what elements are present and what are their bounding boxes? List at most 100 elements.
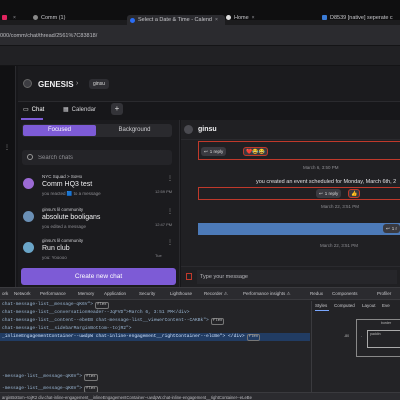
tab-calendar[interactable]: ▦ Calendar [63,106,96,114]
devtools-tab[interactable]: Recorder ⚠ [204,291,228,297]
close-icon[interactable]: × [252,15,255,21]
reply-count: 1 reply [209,149,224,154]
dom-node-line[interactable]: chat-message-list__conversationHeader--J… [0,309,310,317]
browser-tab-1[interactable]: Comm (1) [33,13,123,22]
reply-icon: ↩ [319,190,323,196]
dom-node-text: _inlineEngagementContainer--uwdpW chat-i… [2,334,245,339]
focused-segment[interactable]: Focused [23,125,96,136]
more-vertical-icon[interactable]: ⋮ [167,239,173,246]
browser-tab-2[interactable]: Select a Date & Time - Calend × [127,15,225,25]
user-chip[interactable]: ginsu [89,79,109,89]
message-bubble[interactable]: ↩ 1 reply ❤️😂😂 [198,141,400,160]
more-vertical-icon[interactable]: ⋮ [4,144,10,151]
devtools-tab[interactable]: Performance [40,291,66,296]
box-model-label: -80 [344,334,350,338]
flex-badge[interactable]: flex [83,374,98,381]
conversation-title[interactable]: ginsu [198,126,217,133]
devtools-tab[interactable]: Memory [78,291,94,296]
dom-node-line[interactable]: chat-message-list__sidebarMarginBottom--… [0,325,310,333]
dom-node-text: chat-message-list__conversationHeader--J… [2,310,190,315]
browser-tab-strip: × Comm (1) Select a Date & Time - Calend… [0,0,400,25]
chat-community: ginsu's lil community [42,207,84,212]
devtools-tab[interactable]: Components [332,291,358,296]
message-bubble[interactable]: ↩ 1 r [198,223,400,235]
thread-reply-button[interactable]: ↩ 1 reply [201,147,227,156]
add-tab-button[interactable]: + [111,103,123,115]
search-input[interactable] [38,152,168,163]
reactions[interactable]: 👍 [348,189,361,198]
tab-chat[interactable]: ▭ Chat [23,106,45,114]
dom-node-line-selected[interactable]: _inlineEngagementContainer--uwdpW chat-i… [0,333,310,341]
reply-count: 1 reply [324,191,339,196]
conversation-header: ginsu [181,120,400,140]
avatar [23,211,34,222]
chat-bubble-icon: ▭ [23,107,29,113]
message-bubble[interactable]: ↩ 1 reply 👍 [198,187,400,200]
chat-title: Run club [42,245,70,252]
flex-badge[interactable]: flex [246,334,261,341]
chat-list-pane: Focused Background NYC Squad > SoHo Comm… [18,120,180,287]
thread-reply-button[interactable]: ↩ 1 r [383,224,400,233]
community-name[interactable]: GENESIS [38,80,74,89]
search-icon [27,154,33,160]
sidebar-tab-layout[interactable]: Layout [362,303,376,308]
devtools-tab[interactable]: ork [2,291,8,296]
chevron-right-icon[interactable]: › [76,80,78,87]
reactions[interactable]: ❤️😂😂 [243,147,268,156]
message-composer [181,266,400,287]
attachment-icon[interactable] [186,273,192,280]
chat-app: ⋮ GENESIS › ginsu ▭ Chat ▦ Calendar + Fo… [0,66,400,287]
devtools-tab[interactable]: Lighthouse [170,291,192,296]
sidebar-tab-computed[interactable]: Computed [334,303,355,308]
browser-tab-3[interactable]: Home × [226,13,310,22]
chat-community: ginsu's lil community [42,238,84,243]
dom-node-line[interactable]: chat-message-list__message-qK6V"> flex [0,301,310,309]
dom-node-text: chat-message-list__sidebarMarginBottom--… [2,326,132,331]
community-rail: ⋮ [0,66,16,287]
browser-tab-title: Comm (1) [41,14,66,21]
chat-preview: you reacted 🟦 to a message [42,191,101,196]
sidebar-tab-styles[interactable]: Styles [315,303,327,308]
dom-node-text: chat-message-list__message-qK6V"> [2,302,93,307]
close-icon[interactable]: × [13,15,16,21]
devtools-tab[interactable]: Application [104,291,126,296]
chat-title: absolute booligans [42,214,101,221]
message-timestamp: March 22, 3:51 PM [320,243,359,248]
devtools-tab[interactable]: Security [139,291,155,296]
devtools-panel: ork Network Performance Memory Applicati… [0,287,400,400]
dom-node-line[interactable]: -message-list__message-qK6V"> flex [0,373,310,381]
sidebar-tab-event-listeners[interactable]: Eve [382,303,390,308]
chat-list-item[interactable]: ginsu's lil community absolute booligans… [22,206,176,236]
devtools-tab[interactable]: Network [14,291,31,296]
chat-list-item[interactable]: ginsu's lil community Run club you: Yooo… [22,237,176,267]
app-tabs: ▭ Chat ▦ Calendar + [18,102,180,120]
create-new-chat-button[interactable]: Create new chat [21,268,176,285]
conversation-pane: ginsu ↩ 1 reply ❤️😂😂 March 6, 3:50 PM yo… [181,120,400,287]
calendar-icon: ▦ [63,107,69,113]
url-text[interactable]: 000/comm/chat/thread/2561%7C83818/ [0,33,97,39]
tab-label: Chat [31,106,45,113]
jira-icon [322,15,327,20]
close-icon[interactable]: × [215,17,218,23]
address-bar[interactable]: 000/comm/chat/thread/2561%7C83818/ [0,25,400,46]
flex-badge[interactable]: flex [94,302,109,309]
thread-reply-button[interactable]: ↩ 1 reply [316,189,342,198]
devtools-tab[interactable]: Profiler [377,291,391,296]
browser-tab-4[interactable]: D8539 [native] seperate c [322,13,400,22]
dom-breadcrumb[interactable]: arginBottom--tojR2 div.chat-inline-engag… [0,392,400,400]
community-header: GENESIS › ginsu [18,66,400,102]
more-vertical-icon[interactable]: ⋮ [167,175,173,182]
dom-node-line[interactable]: chat-message-list__content--ebeEB chat-m… [0,317,310,325]
chat-community: NYC Squad > SoHo [42,174,83,179]
browser-tab-0[interactable]: × [2,13,26,22]
browser-tab-title: Home [234,14,249,21]
dom-node-text: chat-message-list__content--ebeEB chat-m… [2,318,209,323]
reply-count: 1 r [391,226,398,231]
more-vertical-icon[interactable]: ⋮ [167,208,173,215]
flex-badge[interactable]: flex [210,318,225,325]
message-input[interactable] [197,270,397,284]
devtools-tab[interactable]: Redux [310,291,323,296]
chat-list-item[interactable]: NYC Squad > SoHo Comm HQ3 test you react… [22,173,176,203]
devtools-tab[interactable]: Performance insights ⚠ [243,291,291,297]
background-segment[interactable]: Background [98,125,171,136]
